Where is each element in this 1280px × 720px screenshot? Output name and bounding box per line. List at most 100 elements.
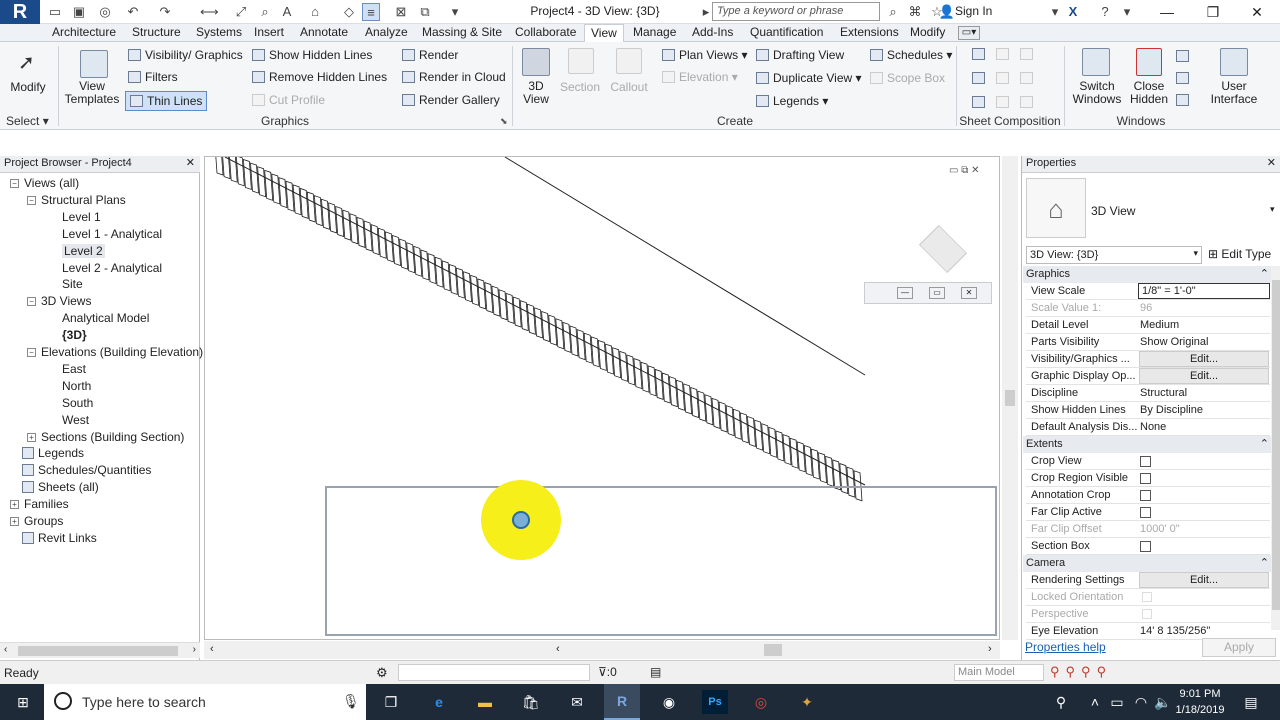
view-sheet-icon[interactable]: [1020, 48, 1033, 60]
browser-item[interactable]: − Structural Plans: [27, 193, 126, 207]
taskbar-search-box[interactable]: Type here to search 🎙: [44, 684, 366, 720]
file-explorer-icon[interactable]: ▬: [472, 690, 498, 714]
properties-scroll-thumb[interactable]: [1272, 280, 1280, 610]
3d-view-canvas[interactable]: ▭ ⧉ ✕ — ▭ ✕: [204, 156, 1000, 640]
view-vscrollbar[interactable]: [1002, 156, 1018, 640]
property-checkbox[interactable]: [1140, 473, 1151, 484]
redo-icon[interactable]: ↷: [156, 3, 174, 21]
browser-item[interactable]: Level 1: [62, 210, 101, 224]
view-minimize-icon[interactable]: ▭: [949, 165, 958, 176]
edit-type-button[interactable]: ⊞ Edit Type: [1208, 247, 1271, 261]
browser-item[interactable]: + Families: [10, 497, 69, 511]
collapse-section-icon[interactable]: ⌃: [1260, 267, 1269, 280]
keyword-search-input[interactable]: Type a keyword or phrase: [712, 2, 880, 21]
help-dropdown-icon[interactable]: ▾: [1118, 3, 1136, 21]
section-button[interactable]: Section: [556, 80, 604, 94]
filters-button[interactable]: Filters: [128, 70, 178, 84]
browser-item[interactable]: South: [62, 396, 93, 410]
view-close-icon[interactable]: ✕: [971, 165, 979, 176]
browser-item[interactable]: Revit Links: [22, 531, 97, 545]
browser-item[interactable]: Level 2 - Analytical: [62, 261, 162, 275]
ribbon-toggle-icon[interactable]: ▭▾: [958, 26, 980, 40]
expand-icon[interactable]: +: [10, 517, 19, 526]
close-hidden-icon[interactable]: ⊠: [392, 3, 410, 21]
design-options-icon[interactable]: ▤: [650, 665, 661, 679]
tile-icon[interactable]: [1176, 94, 1189, 106]
collapse-icon[interactable]: −: [27, 348, 36, 357]
title-block-icon[interactable]: [972, 72, 985, 84]
close-icon[interactable]: ✕: [1234, 0, 1280, 24]
property-value[interactable]: By Discipline: [1140, 404, 1203, 416]
remove-hidden-lines-button[interactable]: Remove Hidden Lines: [252, 70, 387, 84]
notifications-icon[interactable]: ▤: [1238, 690, 1264, 714]
camtasia-icon[interactable]: ✦: [794, 690, 820, 714]
user-interface-button[interactable]: User Interface: [1206, 80, 1262, 106]
view-restore-icon[interactable]: ⧉: [961, 165, 968, 176]
view-scroll-thumb[interactable]: [764, 644, 782, 656]
browser-item[interactable]: Sheets (all): [22, 480, 99, 494]
scroll-right-icon[interactable]: ›: [193, 644, 196, 655]
revit-logo-icon[interactable]: R: [0, 0, 40, 24]
view-vscroll-thumb[interactable]: [1005, 390, 1015, 406]
selection-toggles-icon[interactable]: ⚲⚲⚲⚲: [1050, 664, 1112, 680]
signin-dropdown-icon[interactable]: ▾: [1046, 3, 1064, 21]
undo-icon[interactable]: ↶: [124, 3, 142, 21]
default-3d-icon[interactable]: ⌂: [306, 3, 324, 21]
browser-item[interactable]: Level 1 - Analytical: [62, 227, 162, 241]
thin-lines-button[interactable]: Thin Lines: [125, 91, 208, 111]
property-value[interactable]: Medium: [1140, 319, 1179, 331]
revisions-icon[interactable]: [996, 72, 1009, 84]
modify-button[interactable]: Modify: [6, 80, 50, 94]
tab-annotate[interactable]: Annotate: [300, 24, 348, 42]
schedules-button[interactable]: Schedules ▾: [870, 48, 952, 62]
tab-structure[interactable]: Structure: [132, 24, 181, 42]
graphics-dialog-launcher-icon[interactable]: ⬊: [500, 116, 508, 127]
browser-item[interactable]: + Groups: [10, 514, 63, 528]
render-in-cloud-button[interactable]: Render in Cloud: [402, 70, 506, 84]
chrome-icon[interactable]: ◎: [748, 690, 774, 714]
project-browser-close-icon[interactable]: ✕: [186, 156, 195, 169]
property-value[interactable]: Show Original: [1140, 336, 1208, 348]
property-section[interactable]: Camera ⌃: [1023, 555, 1273, 572]
thin-lines-icon[interactable]: ≡: [362, 3, 380, 21]
project-browser-scrollbar[interactable]: ‹ ›: [0, 642, 200, 658]
property-checkbox[interactable]: [1140, 541, 1151, 552]
property-edit-button[interactable]: Edit...: [1139, 368, 1269, 384]
tab-quantification[interactable]: Quantification: [750, 24, 823, 42]
open-icon[interactable]: ▭: [46, 3, 64, 21]
switch-windows-icon[interactable]: ⧉: [416, 3, 434, 21]
type-selector[interactable]: 3D View: [1091, 204, 1135, 218]
sync-icon[interactable]: ◎: [96, 3, 114, 21]
replicate-icon[interactable]: [1176, 50, 1189, 62]
microphone-icon[interactable]: 🎙: [342, 693, 360, 710]
property-value[interactable]: 1000' 0": [1140, 523, 1180, 535]
view-templates-button[interactable]: View Templates: [62, 80, 122, 106]
view-hscrollbar[interactable]: ‹ ‹ ›: [204, 641, 1000, 659]
collapse-section-icon[interactable]: ⌃: [1260, 437, 1269, 450]
browser-item[interactable]: Level 2: [62, 243, 105, 258]
callout-button[interactable]: Callout: [606, 80, 652, 94]
property-checkbox[interactable]: [1140, 490, 1151, 501]
task-view-icon[interactable]: ❐: [378, 690, 404, 714]
drafting-view-button[interactable]: Drafting View: [756, 48, 844, 62]
filter-count[interactable]: ⊽:0: [598, 665, 617, 679]
edge-browser-icon[interactable]: e: [426, 690, 452, 714]
taskbar-app-icon[interactable]: ◉: [656, 690, 682, 714]
plan-views-button[interactable]: Plan Views ▾: [662, 48, 748, 62]
collapse-section-icon[interactable]: ⌃: [1260, 556, 1269, 569]
clock[interactable]: 9:01 PM 1/18/2019: [1172, 686, 1228, 718]
property-value[interactable]: 14' 8 135/256": [1140, 625, 1210, 637]
3d-view-button[interactable]: 3D View: [518, 80, 554, 106]
workset-select[interactable]: [398, 664, 590, 681]
photoshop-icon[interactable]: Ps: [702, 690, 728, 714]
close-hidden-button[interactable]: Close Hidden: [1126, 80, 1172, 106]
exchange-apps-icon[interactable]: X: [1064, 3, 1082, 21]
browser-item[interactable]: + Sections (Building Section): [27, 430, 184, 444]
show-hidden-lines-button[interactable]: Show Hidden Lines: [252, 48, 372, 62]
property-value[interactable]: None: [1140, 421, 1166, 433]
browser-item[interactable]: {3D}: [62, 328, 87, 342]
text-icon[interactable]: A: [278, 3, 296, 21]
matchline-icon[interactable]: [972, 96, 985, 108]
view-scroll-left-icon[interactable]: ‹: [210, 643, 214, 655]
section-icon[interactable]: ◇: [340, 3, 358, 21]
